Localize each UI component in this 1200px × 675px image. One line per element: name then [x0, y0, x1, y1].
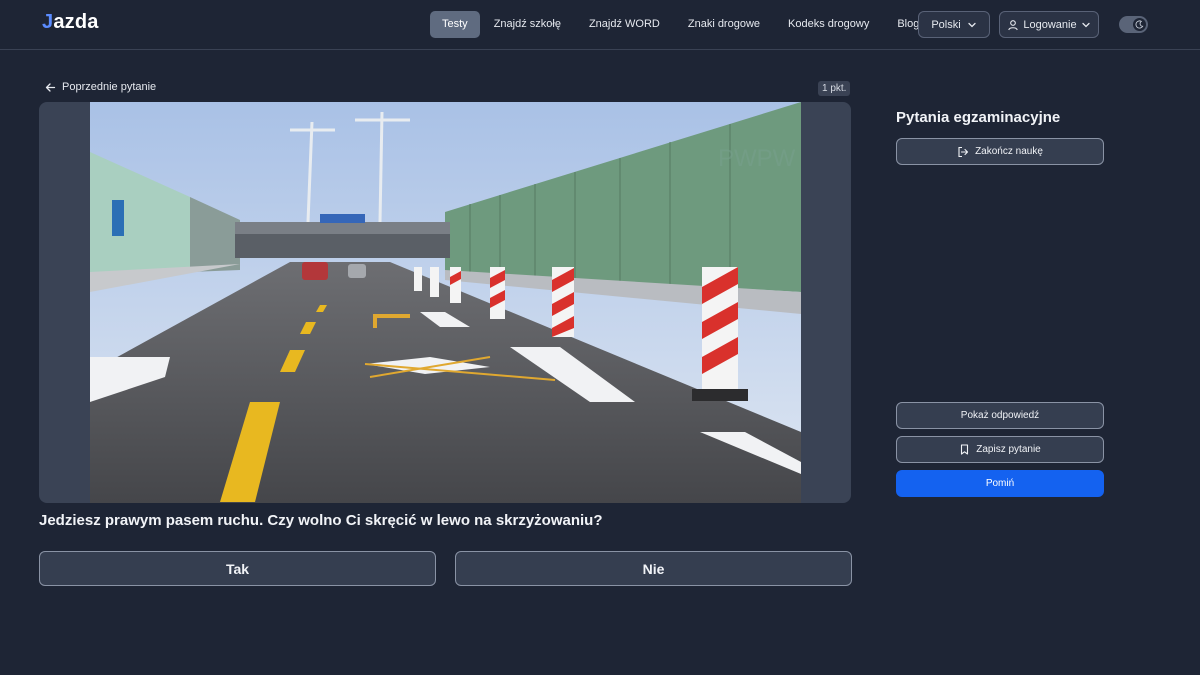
save-question-button[interactable]: Zapisz pytanie: [896, 436, 1104, 463]
answer-no-button[interactable]: Nie: [455, 551, 852, 586]
nav-item-find-school[interactable]: Znajdź szkołę: [480, 11, 575, 38]
main-nav: Testy Znajdź szkołę Znajdź WORD Znaki dr…: [430, 11, 933, 38]
skip-button[interactable]: Pomiń: [896, 470, 1104, 497]
login-button[interactable]: Logowanie: [999, 11, 1099, 38]
answer-yes-button[interactable]: Tak: [39, 551, 436, 586]
chevron-down-icon: [968, 22, 976, 27]
arrow-left-icon: [45, 82, 56, 92]
language-label: Polski: [931, 18, 961, 31]
image-watermark: PWPW: [718, 145, 796, 172]
show-answer-button[interactable]: Pokaż odpowiedź: [896, 402, 1104, 429]
theme-toggle[interactable]: [1119, 16, 1148, 33]
sidebar-title: Pytania egzaminacyjne: [896, 109, 1061, 126]
nav-item-testy[interactable]: Testy: [430, 11, 480, 38]
chevron-down-icon: [1081, 22, 1090, 27]
theme-toggle-knob: [1133, 18, 1146, 31]
logo-text: azda: [53, 11, 99, 33]
finish-learning-button[interactable]: Zakończ naukę: [896, 138, 1104, 165]
nav-item-road-signs[interactable]: Znaki drogowe: [674, 11, 774, 38]
logo[interactable]: Jazda: [42, 11, 99, 34]
user-icon: [1008, 19, 1019, 30]
show-answer-label: Pokaż odpowiedź: [960, 410, 1040, 421]
logout-icon: [958, 146, 969, 157]
question-image-frame: PWPW: [39, 102, 851, 503]
finish-learning-label: Zakończ naukę: [975, 146, 1043, 157]
nav-item-traffic-code[interactable]: Kodeks drogowy: [774, 11, 883, 38]
moon-icon: [1135, 20, 1144, 29]
logo-mark: J: [42, 11, 54, 33]
question-image: PWPW: [90, 102, 801, 503]
previous-question-link[interactable]: Poprzednie pytanie: [45, 81, 156, 93]
save-question-label: Zapisz pytanie: [976, 444, 1041, 455]
points-badge: 1 pkt.: [818, 81, 851, 96]
top-navbar: Jazda Testy Znajdź szkołę Znajdź WORD Zn…: [0, 0, 1200, 50]
skip-label: Pomiń: [985, 478, 1015, 489]
language-select[interactable]: Polski: [918, 11, 990, 38]
question-text: Jedziesz prawym pasem ruchu. Czy wolno C…: [39, 512, 603, 529]
previous-question-label: Poprzednie pytanie: [62, 81, 157, 93]
bookmark-icon: [961, 444, 969, 455]
login-label: Logowanie: [1023, 18, 1077, 31]
nav-item-find-word[interactable]: Znajdź WORD: [575, 11, 674, 38]
